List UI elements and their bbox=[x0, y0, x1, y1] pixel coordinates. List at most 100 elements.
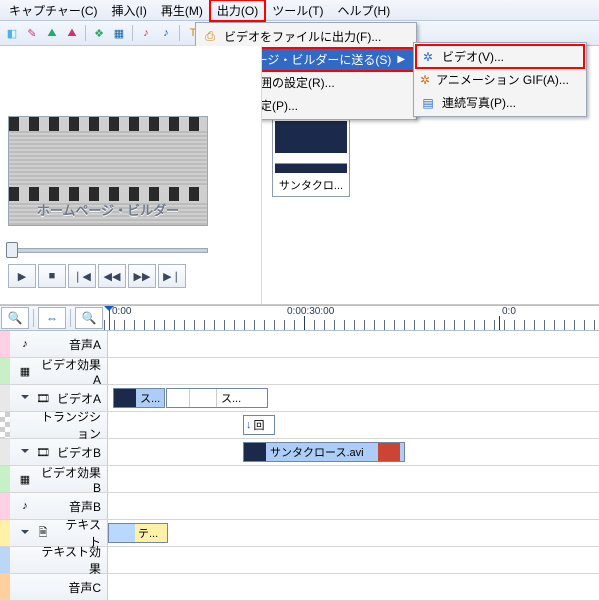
track-vfx-a: ▦ ビデオ効果A bbox=[0, 358, 599, 385]
track-label: テキスト効果 bbox=[36, 543, 103, 577]
tool-2-icon[interactable]: ✎ bbox=[23, 24, 41, 42]
audio-icon: ♪ bbox=[18, 500, 32, 512]
preview-panel: ホームページ・ビルダー ▶ ■ ❘◀ ◀◀ ▶▶ ▶❘ bbox=[0, 46, 262, 304]
video-track-icon: 🎞 bbox=[36, 392, 50, 405]
slider-thumb[interactable] bbox=[6, 242, 18, 258]
vfx-icon: ▦ bbox=[18, 473, 32, 486]
time-ruler[interactable]: 0:00 0:00:30:00 0:0 bbox=[104, 306, 599, 330]
menu-item-label: 連続写真(P)... bbox=[442, 94, 516, 111]
tool-3-icon[interactable]: ⛰ bbox=[43, 24, 61, 42]
forward-button[interactable]: ▶▶ bbox=[128, 264, 156, 288]
clip-video-a-2[interactable]: ス... bbox=[166, 388, 268, 408]
track-label: ビデオ効果B bbox=[36, 464, 103, 495]
playhead[interactable] bbox=[109, 306, 110, 330]
clip-thumb-image bbox=[275, 121, 347, 173]
clip-thumbnail[interactable]: サンタクロ... bbox=[272, 118, 350, 197]
menu-bar: キャプチャー(C) 挿入(I) 再生(M) 出力(O) ツール(T) ヘルプ(H… bbox=[0, 0, 599, 21]
track-label: トランジション bbox=[36, 408, 103, 442]
audio-icon: ♪ bbox=[18, 338, 32, 350]
tool-1-icon[interactable]: ◧ bbox=[3, 24, 21, 42]
submenu-sequence[interactable]: ▤ 連続写真(P)... bbox=[416, 91, 584, 114]
tool-6-icon[interactable]: ▦ bbox=[110, 24, 128, 42]
track-lane[interactable] bbox=[108, 493, 599, 519]
clip-label: テ... bbox=[138, 525, 158, 541]
vfx-icon: ▦ bbox=[18, 365, 32, 378]
preview-placeholder-label: ホームページ・ビルダー bbox=[37, 200, 179, 219]
track-lane[interactable] bbox=[108, 547, 599, 573]
play-button[interactable]: ▶ bbox=[8, 264, 36, 288]
track-lane[interactable]: ス... ス... bbox=[108, 385, 599, 411]
track-video-b: 🎞 ビデオB サンタクロース.avi bbox=[0, 439, 599, 466]
menu-play[interactable]: 再生(M) bbox=[154, 0, 210, 21]
track-label: 音声A bbox=[36, 336, 103, 353]
prev-frame-button[interactable]: ❘◀ bbox=[68, 264, 96, 288]
expand-icon[interactable] bbox=[18, 392, 32, 404]
fit-button[interactable]: ⇔ bbox=[38, 307, 66, 329]
submenu-anim-gif[interactable]: ✲ アニメーション GIF(A)... bbox=[416, 68, 584, 91]
ruler-label: 0:00 bbox=[112, 306, 131, 317]
zoom-out-button[interactable]: 🔍 bbox=[1, 307, 29, 329]
track-transition: トランジション ↓ 回 bbox=[0, 412, 599, 439]
next-frame-button[interactable]: ▶❘ bbox=[158, 264, 186, 288]
menu-help[interactable]: ヘルプ(H) bbox=[331, 0, 398, 21]
text-track-icon: 🗎 bbox=[36, 524, 50, 543]
export-file-icon: ⎙ bbox=[202, 29, 218, 45]
ruler-label: 0:0 bbox=[502, 306, 516, 317]
clip-video-a-1[interactable]: ス... bbox=[113, 388, 165, 408]
transition-icon: ↓ bbox=[246, 419, 252, 431]
tool-5-icon[interactable]: ❖ bbox=[90, 24, 108, 42]
menu-tool[interactable]: ツール(T) bbox=[265, 0, 330, 21]
video-icon: ✲ bbox=[420, 49, 436, 65]
tool-4-icon[interactable]: ⛰ bbox=[63, 24, 81, 42]
track-vfx-b: ▦ ビデオ効果B bbox=[0, 466, 599, 493]
stop-button[interactable]: ■ bbox=[38, 264, 66, 288]
zoom-in-button[interactable]: 🔍 bbox=[75, 307, 103, 329]
rewind-button[interactable]: ◀◀ bbox=[98, 264, 126, 288]
track-lane[interactable]: サンタクロース.avi bbox=[108, 439, 599, 465]
tracks: ♪ 音声A ▦ ビデオ効果A 🎞 ビデオA ス... bbox=[0, 331, 599, 601]
track-label: ビデオA bbox=[54, 390, 103, 407]
timeline: 🔍 ⇔ 🔍 0:00 0:00:30:00 0:0 ♪ 音声A bbox=[0, 305, 599, 601]
menu-item-label: ビデオをファイルに出力(F)... bbox=[224, 28, 381, 45]
clip-label: ス... bbox=[221, 390, 241, 406]
track-lane[interactable] bbox=[108, 358, 599, 384]
clip-text[interactable]: テ... bbox=[108, 523, 168, 543]
track-lane[interactable]: ↓ 回 bbox=[108, 412, 599, 438]
menu-output-to-file[interactable]: ⎙ ビデオをファイルに出力(F)... bbox=[198, 25, 414, 48]
transport-controls: ▶ ■ ❘◀ ◀◀ ▶▶ ▶❘ bbox=[8, 264, 253, 288]
clip-caption: サンタクロ... bbox=[273, 175, 349, 196]
menu-output[interactable]: 出力(O) bbox=[210, 0, 265, 21]
track-lane[interactable] bbox=[108, 331, 599, 357]
track-label: ビデオB bbox=[54, 444, 103, 461]
clip-label: サンタクロース.avi bbox=[270, 444, 364, 460]
preview-placeholder: ホームページ・ビルダー bbox=[8, 116, 208, 226]
track-audio-a: ♪ 音声A bbox=[0, 331, 599, 358]
anim-gif-icon: ✲ bbox=[420, 72, 430, 88]
track-text-fx: テキスト効果 bbox=[0, 547, 599, 574]
track-lane[interactable] bbox=[108, 466, 599, 492]
menu-capture[interactable]: キャプチャー(C) bbox=[2, 0, 105, 21]
tool-8-icon[interactable]: ♪ bbox=[157, 24, 175, 42]
preview-seek-slider[interactable] bbox=[8, 242, 208, 256]
track-lane[interactable] bbox=[108, 574, 599, 600]
send-submenu: ✲ ビデオ(V)... ✲ アニメーション GIF(A)... ▤ 連続写真(P… bbox=[413, 42, 587, 117]
track-label: 音声B bbox=[36, 498, 103, 515]
tool-7-icon[interactable]: ♪ bbox=[137, 24, 155, 42]
track-audio-c: 音声C bbox=[0, 574, 599, 601]
clip-label: 回 bbox=[254, 417, 265, 433]
clip-transition[interactable]: ↓ 回 bbox=[243, 415, 275, 435]
track-label: ビデオ効果A bbox=[36, 356, 103, 387]
menu-item-label: ビデオ(V)... bbox=[442, 48, 504, 65]
menu-insert[interactable]: 挿入(I) bbox=[105, 0, 154, 21]
ruler-label: 0:00:30:00 bbox=[287, 306, 334, 317]
track-lane[interactable]: テ... bbox=[108, 520, 599, 546]
sequence-icon: ▤ bbox=[420, 95, 436, 111]
expand-icon[interactable] bbox=[18, 446, 32, 458]
expand-icon[interactable] bbox=[18, 527, 32, 539]
clip-label: ス... bbox=[140, 390, 160, 406]
video-track-icon: 🎞 bbox=[36, 446, 50, 459]
submenu-video[interactable]: ✲ ビデオ(V)... bbox=[416, 45, 584, 68]
track-label: 音声C bbox=[36, 579, 103, 596]
timeline-toolbar: 🔍 ⇔ 🔍 0:00 0:00:30:00 0:0 bbox=[0, 305, 599, 331]
clip-video-b[interactable]: サンタクロース.avi bbox=[243, 442, 405, 462]
